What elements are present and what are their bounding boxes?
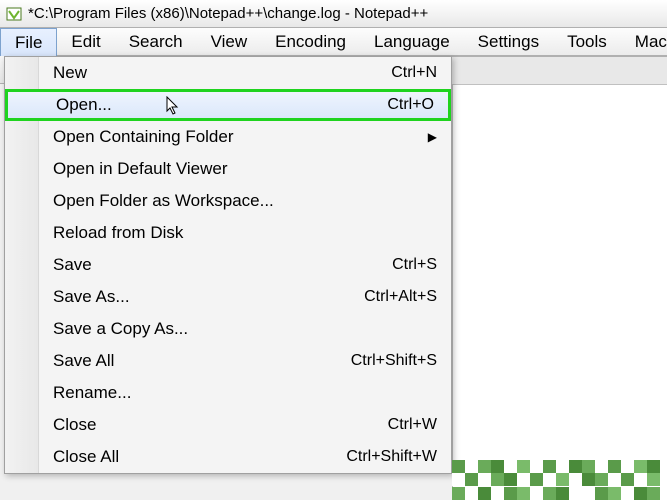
menu-label: Close All bbox=[53, 447, 346, 467]
menubar-item-language[interactable]: Language bbox=[360, 28, 464, 55]
cursor-icon bbox=[166, 96, 182, 121]
menu-item-save-copy-as[interactable]: Save a Copy As... bbox=[5, 313, 451, 345]
menu-shortcut: Ctrl+N bbox=[391, 64, 437, 82]
tab-strip bbox=[452, 56, 667, 84]
menubar-item-search[interactable]: Search bbox=[115, 28, 197, 55]
decorative-pixels bbox=[452, 460, 667, 500]
menu-item-open-folder-workspace[interactable]: Open Folder as Workspace... bbox=[5, 185, 451, 217]
menu-item-reload-from-disk[interactable]: Reload from Disk bbox=[5, 217, 451, 249]
menu-shortcut: Ctrl+O bbox=[387, 96, 434, 114]
editor-area[interactable] bbox=[452, 84, 667, 500]
app-icon bbox=[6, 6, 22, 22]
menu-label: Reload from Disk bbox=[53, 223, 437, 243]
menu-label: Open Folder as Workspace... bbox=[53, 191, 437, 211]
menu-label: Save bbox=[53, 255, 392, 275]
menu-label: Rename... bbox=[53, 383, 437, 403]
menu-shortcut: Ctrl+Shift+W bbox=[346, 448, 437, 466]
menu-item-save[interactable]: Save Ctrl+S bbox=[5, 249, 451, 281]
menu-item-rename[interactable]: Rename... bbox=[5, 377, 451, 409]
menu-item-open-default-viewer[interactable]: Open in Default Viewer bbox=[5, 153, 451, 185]
menubar: File Edit Search View Encoding Language … bbox=[0, 28, 667, 56]
menu-item-open-containing-folder[interactable]: Open Containing Folder ▶ bbox=[5, 121, 451, 153]
menu-label: Save All bbox=[53, 351, 351, 371]
menu-label: Save a Copy As... bbox=[53, 319, 437, 339]
titlebar: *C:\Program Files (x86)\Notepad++\change… bbox=[0, 0, 667, 28]
menu-label: Save As... bbox=[53, 287, 364, 307]
menu-label: New bbox=[53, 63, 391, 83]
menu-item-open[interactable]: Open... Ctrl+O bbox=[5, 89, 451, 121]
menu-shortcut: Ctrl+Alt+S bbox=[364, 288, 437, 306]
menubar-item-encoding[interactable]: Encoding bbox=[261, 28, 360, 55]
menu-label: Close bbox=[53, 415, 388, 435]
menubar-item-macro[interactable]: Macro bbox=[621, 28, 667, 55]
menu-shortcut: Ctrl+W bbox=[388, 416, 437, 434]
menu-shortcut: Ctrl+S bbox=[392, 256, 437, 274]
menu-shortcut: Ctrl+Shift+S bbox=[351, 352, 437, 370]
menu-item-save-all[interactable]: Save All Ctrl+Shift+S bbox=[5, 345, 451, 377]
menu-item-save-as[interactable]: Save As... Ctrl+Alt+S bbox=[5, 281, 451, 313]
menu-item-close-all[interactable]: Close All Ctrl+Shift+W bbox=[5, 441, 451, 473]
menubar-item-edit[interactable]: Edit bbox=[57, 28, 114, 55]
file-menu-dropdown: New Ctrl+N Open... Ctrl+O Open Containin… bbox=[4, 56, 452, 474]
chevron-right-icon: ▶ bbox=[428, 130, 437, 144]
menubar-item-file[interactable]: File bbox=[0, 28, 57, 56]
menu-item-new[interactable]: New Ctrl+N bbox=[5, 57, 451, 89]
menubar-item-view[interactable]: View bbox=[197, 28, 262, 55]
menu-item-close[interactable]: Close Ctrl+W bbox=[5, 409, 451, 441]
window-title: *C:\Program Files (x86)\Notepad++\change… bbox=[28, 5, 428, 22]
menu-label: Open in Default Viewer bbox=[53, 159, 437, 179]
menu-label: Open... bbox=[56, 95, 387, 115]
menubar-item-settings[interactable]: Settings bbox=[464, 28, 553, 55]
menu-label: Open Containing Folder bbox=[53, 127, 420, 147]
menubar-item-tools[interactable]: Tools bbox=[553, 28, 621, 55]
